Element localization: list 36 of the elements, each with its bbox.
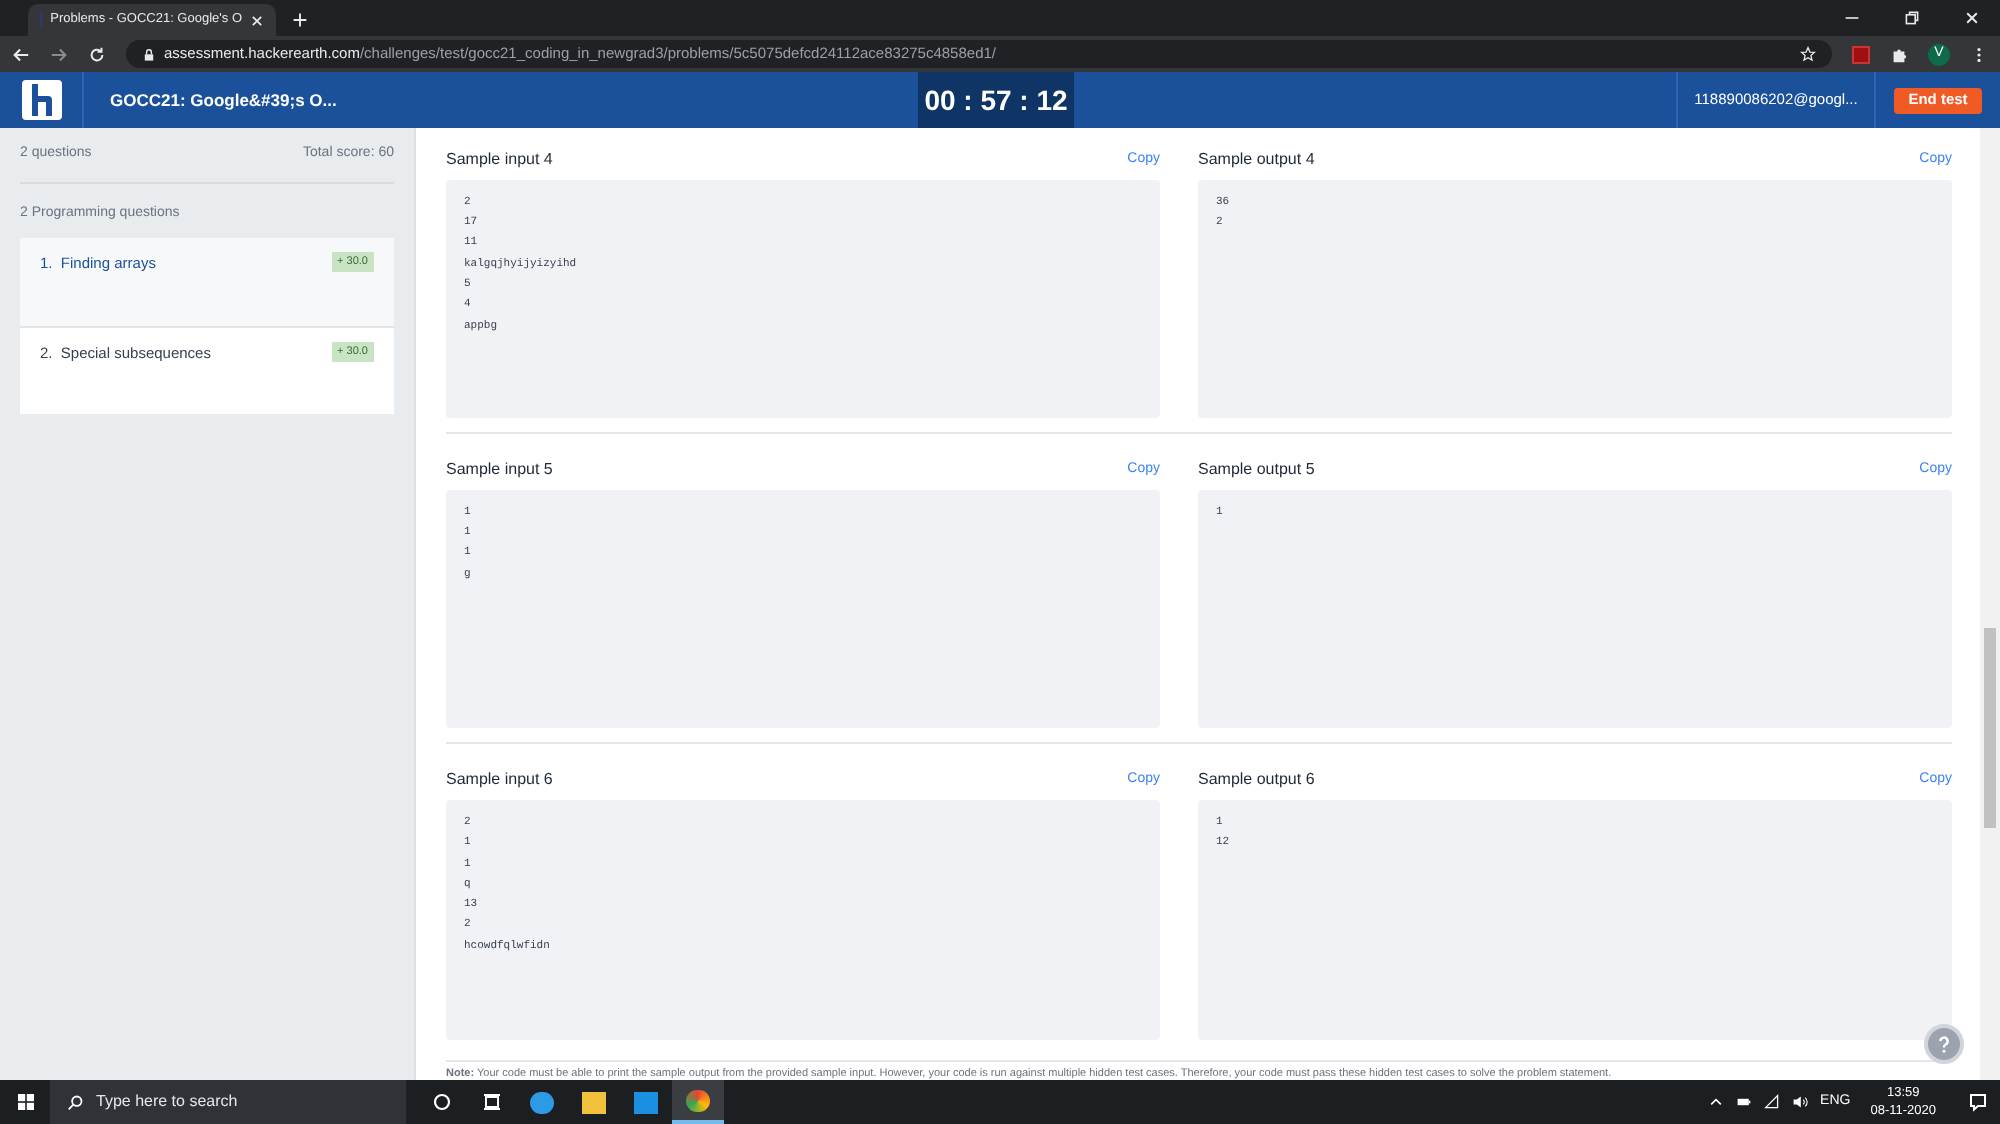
sample-title: Sample input 5 [446, 457, 553, 482]
folder-icon[interactable] [582, 1091, 606, 1113]
chevron-up-icon[interactable] [1708, 1094, 1725, 1110]
notification-icon[interactable] [1968, 1092, 1988, 1112]
sample-title: Sample input 4 [446, 147, 553, 172]
mail-icon[interactable] [634, 1091, 658, 1113]
sample-title: Sample output 5 [1198, 457, 1315, 482]
speaker-icon[interactable] [1792, 1094, 1809, 1110]
star-icon[interactable] [1800, 46, 1816, 62]
edge-icon[interactable] [530, 1091, 554, 1113]
task-view-icon[interactable] [481, 1092, 501, 1112]
circle-icon[interactable] [431, 1092, 451, 1112]
lock-icon [142, 47, 156, 61]
test-title: GOCC21: Google&#39;s O... [108, 87, 339, 114]
search-icon [66, 1093, 84, 1111]
logo-icon [21, 80, 61, 120]
sample-title: Sample output 6 [1198, 768, 1315, 792]
search-placeholder: Type here to search [96, 1090, 238, 1114]
wifi-icon[interactable] [1764, 1094, 1781, 1110]
chrome-icon[interactable] [686, 1089, 710, 1111]
windows-start-icon[interactable] [15, 1092, 35, 1112]
close-icon[interactable] [250, 13, 264, 27]
back-icon[interactable] [12, 45, 30, 63]
sample-title: Sample output 4 [1198, 147, 1315, 172]
forward-icon[interactable] [50, 45, 68, 63]
puzzle-icon[interactable] [1890, 45, 1908, 63]
battery-icon[interactable] [1736, 1094, 1753, 1110]
scrollbar-thumb[interactable] [1984, 628, 1996, 828]
timer: 00 : 57 : 12 [918, 72, 1074, 128]
restore-icon[interactable] [1904, 10, 1920, 26]
close-icon[interactable] [1964, 10, 1980, 26]
new-tab-icon[interactable] [292, 12, 308, 28]
scrollbar[interactable] [1980, 128, 2000, 1080]
search-field[interactable]: Type here to search [50, 1080, 406, 1124]
reload-icon[interactable] [88, 45, 106, 63]
sample-title: Sample input 6 [446, 768, 553, 792]
